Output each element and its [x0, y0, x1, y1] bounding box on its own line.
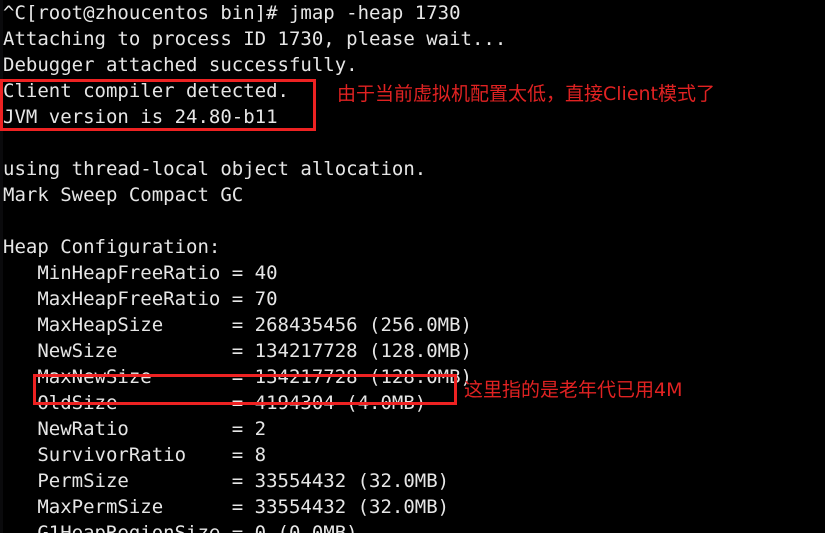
console-line-oldsize: OldSize = 4194304 (4.0MB): [3, 392, 427, 414]
console-line-maxnewsize: MaxNewSize = 134217728 (128.0MB): [3, 366, 472, 388]
annotation-note-client-mode: 由于当前虚拟机配置太低，直接Client模式了: [337, 83, 716, 105]
console-line-newsize: NewSize = 134217728 (128.0MB): [3, 340, 472, 362]
console-line: Mark Sweep Compact GC: [3, 184, 244, 206]
console-line: ^C[root@zhoucentos bin]# jmap -heap 1730: [3, 2, 461, 24]
console-line-minheapfreeratio: MinHeapFreeRatio = 40: [3, 262, 278, 284]
annotation-note-oldsize: 这里指的是老年代已用4M: [464, 379, 683, 401]
console-line: Debugger attached successfully.: [3, 54, 358, 76]
console-line-maxheapsize: MaxHeapSize = 268435456 (256.0MB): [3, 314, 472, 336]
console-line-permsize: PermSize = 33554432 (32.0MB): [3, 470, 450, 492]
console-line-survivorratio: SurvivorRatio = 8: [3, 444, 267, 466]
console-line-maxheapfreeratio: MaxHeapFreeRatio = 70: [3, 288, 278, 310]
console-line-newratio: NewRatio = 2: [3, 418, 267, 440]
console-line-heap-configuration-header: Heap Configuration:: [3, 236, 221, 258]
console-line: Attaching to process ID 1730, please wai…: [3, 28, 507, 50]
terminal-window[interactable]: ^C[root@zhoucentos bin]# jmap -heap 1730…: [0, 0, 825, 533]
console-line-maxpermsize: MaxPermSize = 33554432 (32.0MB): [3, 496, 450, 518]
console-line: using thread-local object allocation.: [3, 158, 427, 180]
terminal-output: ^C[root@zhoucentos bin]# jmap -heap 1730…: [0, 0, 825, 533]
console-line-g1heapregionsize: G1HeapRegionSize = 0 (0.0MB): [3, 522, 358, 533]
console-line-jvm-version: JVM version is 24.80-b11: [3, 106, 278, 128]
